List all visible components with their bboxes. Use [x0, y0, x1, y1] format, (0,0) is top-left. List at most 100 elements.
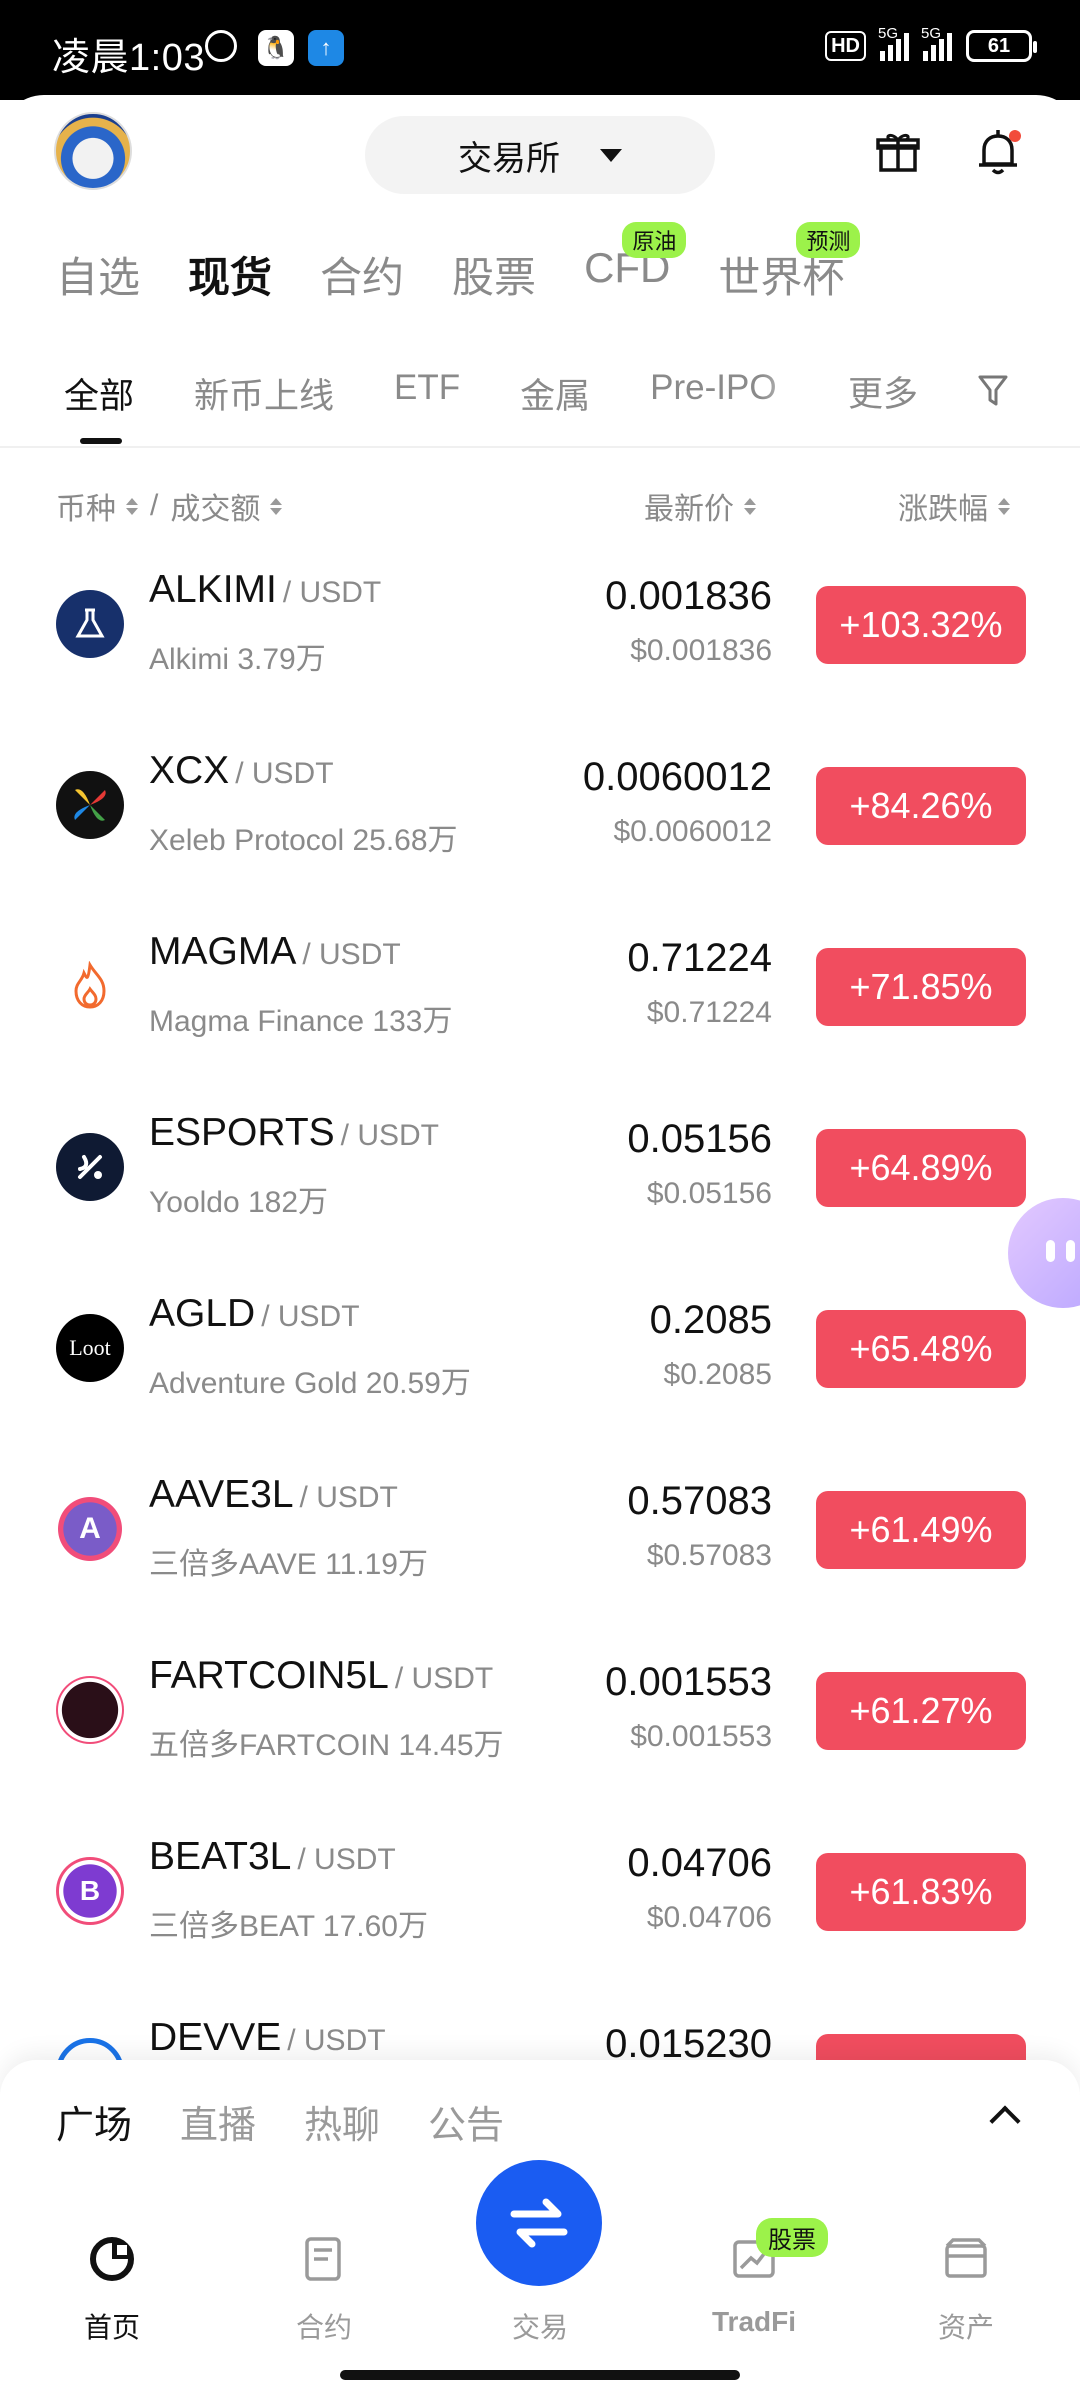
usd-price: $0.71224 [646, 996, 772, 1029]
tab-futures[interactable]: 合约 [320, 244, 404, 305]
tab-cfd[interactable]: CFD 原油 [584, 222, 687, 305]
change-badge[interactable]: +71.85% [816, 948, 1026, 1026]
sort-icon [998, 497, 1010, 515]
divider [0, 446, 1080, 448]
status-right: HD 5G 5G 61 [825, 25, 1037, 62]
usd-price: $0.05156 [646, 1177, 772, 1210]
status-bar: 凌晨1:03 🐧 ↑ HD 5G 5G 61 [0, 0, 1080, 100]
coin-name-volume: 五倍多FARTCOIN 14.45万 [149, 1729, 504, 1762]
tab-world-cup[interactable]: 世界杯 预测 [718, 222, 861, 305]
aave3l-icon: A [56, 1495, 124, 1563]
battery-icon: 61 [966, 30, 1037, 62]
qq-icon: 🐧 [258, 30, 294, 66]
column-header-coin-volume[interactable]: 币种 / 成交额 [56, 484, 283, 528]
feed-tab-hot-chat[interactable]: 热聊 [304, 2094, 380, 2149]
tradfi-badge: 股票 [756, 2218, 828, 2257]
coin-symbol: FARTCOIN5L / USDT [149, 1654, 494, 1697]
beat3l-icon: B [56, 1857, 124, 1925]
market-row[interactable]: MAGMA / USDT Magma Finance 133万 0.71224 $… [0, 892, 1080, 1073]
wallet-icon [945, 2238, 987, 2278]
column-header-price[interactable]: 最新价 [644, 484, 756, 528]
subtab-metals[interactable]: 金属 [520, 368, 590, 419]
feed-tab-announcements[interactable]: 公告 [428, 2094, 504, 2149]
tab-stocks[interactable]: 股票 [452, 244, 536, 305]
sub-tabs: 全部 新币上线 ETF 金属 Pre-IPO [64, 368, 837, 419]
subtab-fade [760, 360, 820, 420]
usd-price: $0.0060012 [613, 815, 773, 848]
change-badge[interactable]: +61.27% [816, 1672, 1026, 1750]
yooldo-icon [56, 1133, 124, 1201]
sort-icon [744, 497, 756, 515]
trade-button[interactable] [476, 2160, 602, 2286]
contract-icon [305, 2237, 341, 2281]
feed-tab-square[interactable]: 广场 [56, 2094, 132, 2149]
market-row[interactable]: A AAVE3L / USDT 三倍多AAVE 11.19万 0.57083 $0… [0, 1435, 1080, 1616]
category-tabs: 自选 现货 合约 股票 CFD 原油 世界杯 预测 [56, 222, 892, 305]
last-price: 0.001836 [605, 574, 772, 618]
usd-price: $0.2085 [663, 1358, 772, 1391]
swap-icon [510, 2198, 568, 2248]
last-price: 0.2085 [649, 1298, 772, 1342]
status-time: 凌晨1:03 [52, 37, 205, 79]
coin-symbol: ALKIMI / USDT [149, 568, 382, 611]
subtab-pre-ipo[interactable]: Pre-IPO [650, 368, 776, 419]
coin-name-volume: Alkimi 3.79万 [149, 643, 326, 676]
subtab-all[interactable]: 全部 [64, 368, 134, 419]
market-row[interactable]: XCX / USDT Xeleb Protocol 25.68万 0.006001… [0, 711, 1080, 892]
change-badge[interactable]: +103.32% [816, 586, 1026, 664]
column-header-change[interactable]: 涨跌幅 [898, 484, 1010, 528]
cfd-badge: 原油 [622, 222, 687, 258]
gift-icon[interactable] [876, 130, 920, 174]
coin-name-volume: Magma Finance 133万 [149, 1005, 453, 1038]
loot-icon: Loot [56, 1314, 124, 1382]
change-badge[interactable]: +61.83% [816, 1853, 1026, 1931]
last-price: 0.0060012 [582, 755, 772, 799]
market-row[interactable]: ESPORTS / USDT Yooldo 182万 0.05156 $0.051… [0, 1073, 1080, 1254]
last-price: 0.04706 [627, 1841, 772, 1885]
notification-dot [1009, 130, 1021, 142]
home-icon [90, 2237, 134, 2281]
change-badge[interactable]: +64.89% [816, 1129, 1026, 1207]
change-badge[interactable]: +61.49% [816, 1491, 1026, 1569]
x-pinwheel-icon [56, 771, 124, 839]
subtab-more-button[interactable]: 更多 [848, 366, 918, 417]
usd-price: $0.001836 [630, 634, 772, 667]
last-price: 0.05156 [627, 1117, 772, 1161]
tab-watchlist[interactable]: 自选 [56, 244, 140, 305]
subtab-etf[interactable]: ETF [394, 368, 460, 419]
feed-tabs: 广场 直播 热聊 公告 [56, 2094, 552, 2149]
coin-symbol: ESPORTS / USDT [149, 1111, 440, 1154]
coin-symbol: DEVVE / USDT [149, 2016, 386, 2059]
market-row[interactable]: ALKIMI / USDT Alkimi 3.79万 0.001836 $0.00… [0, 530, 1080, 711]
subtab-new-listing[interactable]: 新币上线 [194, 368, 334, 419]
flask-icon [56, 590, 124, 658]
fartcoin5l-icon [56, 1676, 124, 1744]
usd-price: $0.04706 [646, 1901, 772, 1934]
filter-icon[interactable] [978, 374, 1008, 408]
trade-label: 交易 [511, 2312, 568, 2343]
avatar[interactable] [54, 112, 132, 190]
last-price: 0.71224 [627, 936, 772, 980]
usd-price: $0.001553 [630, 1720, 772, 1753]
alarm-icon [205, 30, 237, 62]
exchange-switcher[interactable]: 交易所 [365, 116, 715, 194]
sort-icon [270, 497, 283, 515]
exchange-label: 交易所 [458, 139, 560, 178]
coin-name-volume: Yooldo 182万 [149, 1186, 329, 1219]
world-cup-badge: 预测 [796, 222, 861, 258]
sort-icon [126, 497, 138, 515]
upload-app-icon: ↑ [308, 30, 344, 66]
usd-price: $0.57083 [646, 1539, 772, 1572]
change-badge[interactable]: +84.26% [816, 767, 1026, 845]
feed-tab-live[interactable]: 直播 [180, 2094, 256, 2149]
market-row[interactable]: Loot AGLD / USDT Adventure Gold 20.59万 0.… [0, 1254, 1080, 1435]
signal-icon: 5G [878, 25, 909, 61]
home-indicator[interactable] [340, 2370, 740, 2380]
tab-spot[interactable]: 现货 [188, 244, 272, 305]
change-badge[interactable]: +65.48% [816, 1310, 1026, 1388]
coin-symbol: BEAT3L / USDT [149, 1835, 396, 1878]
market-row[interactable]: B BEAT3L / USDT 三倍多BEAT 17.60万 0.04706 $0… [0, 1797, 1080, 1978]
coin-name-volume: Adventure Gold 20.59万 [149, 1367, 471, 1400]
market-row[interactable]: FARTCOIN5L / USDT 五倍多FARTCOIN 14.45万 0.00… [0, 1616, 1080, 1797]
last-price: 0.001553 [605, 1660, 772, 1704]
